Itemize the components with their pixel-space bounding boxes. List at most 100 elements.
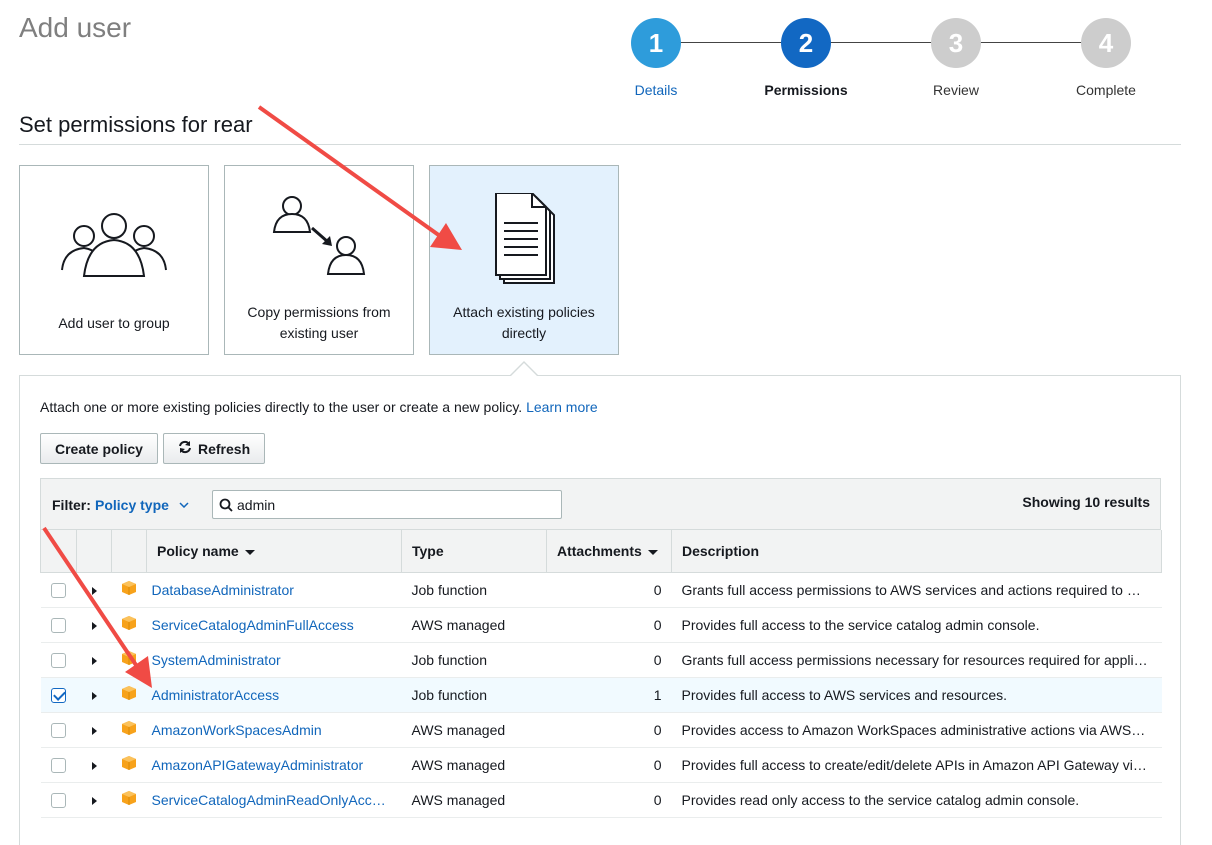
table-row[interactable]: DatabaseAdministrator Job function 0 Grants… bbox=[40, 572, 1162, 608]
policy-description: Provides full access to the service cata… bbox=[671, 607, 1162, 643]
policy-type: Job function bbox=[401, 642, 547, 678]
policy-name-link[interactable]: AdministratorAccess bbox=[146, 677, 402, 713]
header-expand bbox=[76, 530, 112, 573]
policy-attachments: 0 bbox=[546, 712, 672, 748]
filter-label: Filter: bbox=[52, 497, 91, 513]
table-row[interactable]: ServiceCatalogAdminReadOnlyAcc… AWS manag… bbox=[40, 782, 1162, 818]
policy-name-link[interactable]: AmazonWorkSpacesAdmin bbox=[146, 712, 402, 748]
step-permissions: 2 Permissions bbox=[751, 18, 861, 98]
chevron-down-icon bbox=[179, 502, 189, 508]
row-expand-cell[interactable] bbox=[76, 642, 112, 678]
row-checkbox[interactable] bbox=[51, 792, 66, 808]
page-title: Add user bbox=[19, 12, 132, 43]
step-number: 1 bbox=[631, 18, 681, 68]
row-select-cell[interactable] bbox=[40, 747, 77, 783]
table-row[interactable]: SystemAdministrator Job function 0 Grants f… bbox=[40, 642, 1162, 678]
policy-attachments: 0 bbox=[546, 747, 672, 783]
policies-table: Policy name Type Attachments Description… bbox=[40, 530, 1162, 818]
expand-caret-icon[interactable] bbox=[91, 691, 97, 700]
policy-box-icon bbox=[122, 581, 136, 595]
row-expand-cell[interactable] bbox=[76, 607, 112, 643]
attach-policies-panel: Attach one or more existing policies dir… bbox=[19, 375, 1181, 845]
header-policy-name[interactable]: Policy name bbox=[146, 530, 402, 573]
option-attach-policies[interactable]: Attach existing policies directly bbox=[429, 165, 619, 355]
policy-box-icon bbox=[122, 616, 136, 630]
step-complete: 4 Complete bbox=[1051, 18, 1161, 98]
section-title: Set permissions for rear bbox=[19, 112, 253, 137]
row-expand-cell[interactable] bbox=[76, 572, 112, 608]
filter-type-dropdown[interactable]: Policy type bbox=[95, 497, 189, 513]
policy-type: AWS managed bbox=[401, 782, 547, 818]
row-select-cell[interactable] bbox=[40, 782, 77, 818]
step-number: 4 bbox=[1081, 18, 1131, 68]
intro-text: Attach one or more existing policies dir… bbox=[40, 399, 523, 415]
option-label: Add user to group bbox=[58, 315, 170, 331]
policy-attachments: 0 bbox=[546, 642, 672, 678]
step-number: 3 bbox=[931, 18, 981, 68]
row-select-cell[interactable] bbox=[40, 677, 77, 713]
option-copy-permissions[interactable]: Copy permissions from existing user bbox=[224, 165, 414, 355]
panel-pointer bbox=[510, 363, 538, 377]
header-type[interactable]: Type bbox=[401, 530, 547, 573]
expand-caret-icon[interactable] bbox=[91, 621, 97, 630]
row-select-cell[interactable] bbox=[40, 607, 77, 643]
table-row[interactable]: AmazonWorkSpacesAdmin AWS managed 0 Provide… bbox=[40, 712, 1162, 748]
table-row[interactable]: AdministratorAccess Job function 1 Provides… bbox=[40, 677, 1162, 713]
policy-type: AWS managed bbox=[401, 712, 547, 748]
policy-name-link[interactable]: ServiceCatalogAdminFullAccess bbox=[146, 607, 402, 643]
header-select bbox=[40, 530, 77, 573]
row-expand-cell[interactable] bbox=[76, 782, 112, 818]
row-checkbox[interactable] bbox=[51, 687, 66, 703]
policy-description: Provides full access to AWS services and… bbox=[671, 677, 1162, 713]
row-checkbox[interactable] bbox=[51, 722, 66, 738]
policy-box-icon bbox=[122, 756, 136, 770]
policy-type: Job function bbox=[401, 572, 547, 608]
row-checkbox[interactable] bbox=[51, 757, 66, 773]
policy-description: Provides access to Amazon WorkSpaces adm… bbox=[671, 712, 1162, 748]
expand-caret-icon[interactable] bbox=[91, 656, 97, 665]
expand-caret-icon[interactable] bbox=[91, 586, 97, 595]
search-icon bbox=[219, 498, 233, 512]
policy-box-icon bbox=[122, 651, 136, 665]
row-select-cell[interactable] bbox=[40, 712, 77, 748]
policy-box-icon bbox=[122, 791, 136, 805]
policy-attachments: 1 bbox=[546, 677, 672, 713]
create-policy-label: Create policy bbox=[55, 440, 143, 457]
row-expand-cell[interactable] bbox=[76, 677, 112, 713]
expand-caret-icon[interactable] bbox=[91, 796, 97, 805]
create-policy-button[interactable]: Create policy bbox=[40, 433, 158, 464]
policy-description: Grants full access permissions to AWS se… bbox=[671, 572, 1162, 608]
users-group-icon bbox=[20, 188, 208, 298]
option-label: Copy permissions from existing user bbox=[247, 304, 391, 341]
header-attachments[interactable]: Attachments bbox=[546, 530, 672, 573]
row-checkbox[interactable] bbox=[51, 617, 66, 633]
policy-attachments: 0 bbox=[546, 607, 672, 643]
row-expand-cell[interactable] bbox=[76, 747, 112, 783]
policy-name-link[interactable]: DatabaseAdministrator bbox=[146, 572, 402, 608]
option-add-user-to-group[interactable]: Add user to group bbox=[19, 165, 209, 355]
policy-name-link[interactable]: SystemAdministrator bbox=[146, 642, 402, 678]
row-icon-cell bbox=[111, 572, 147, 608]
table-row[interactable]: AmazonAPIGatewayAdministrator AWS managed… bbox=[40, 747, 1162, 783]
policy-name-link[interactable]: ServiceCatalogAdminReadOnlyAcc… bbox=[146, 782, 402, 818]
row-icon-cell bbox=[111, 747, 147, 783]
table-row[interactable]: ServiceCatalogAdminFullAccess AWS managed… bbox=[40, 607, 1162, 643]
step-details[interactable]: 1 Details bbox=[601, 18, 711, 98]
policy-search-input[interactable] bbox=[237, 496, 537, 513]
policy-name-link[interactable]: AmazonAPIGatewayAdministrator bbox=[146, 747, 402, 783]
step-label: Review bbox=[933, 82, 979, 98]
refresh-button[interactable]: Refresh bbox=[163, 433, 266, 464]
policy-type: AWS managed bbox=[401, 607, 547, 643]
step-number: 2 bbox=[781, 18, 831, 68]
row-checkbox[interactable] bbox=[51, 652, 66, 668]
filter-type-label: Policy type bbox=[95, 497, 169, 513]
learn-more-link[interactable]: Learn more bbox=[526, 399, 598, 415]
row-expand-cell[interactable] bbox=[76, 712, 112, 748]
row-select-cell[interactable] bbox=[40, 572, 77, 608]
policy-search-box[interactable] bbox=[212, 490, 562, 519]
expand-caret-icon[interactable] bbox=[91, 761, 97, 770]
row-checkbox[interactable] bbox=[51, 582, 66, 598]
row-select-cell[interactable] bbox=[40, 642, 77, 678]
policy-description: Provides read only access to the service… bbox=[671, 782, 1162, 818]
expand-caret-icon[interactable] bbox=[91, 726, 97, 735]
